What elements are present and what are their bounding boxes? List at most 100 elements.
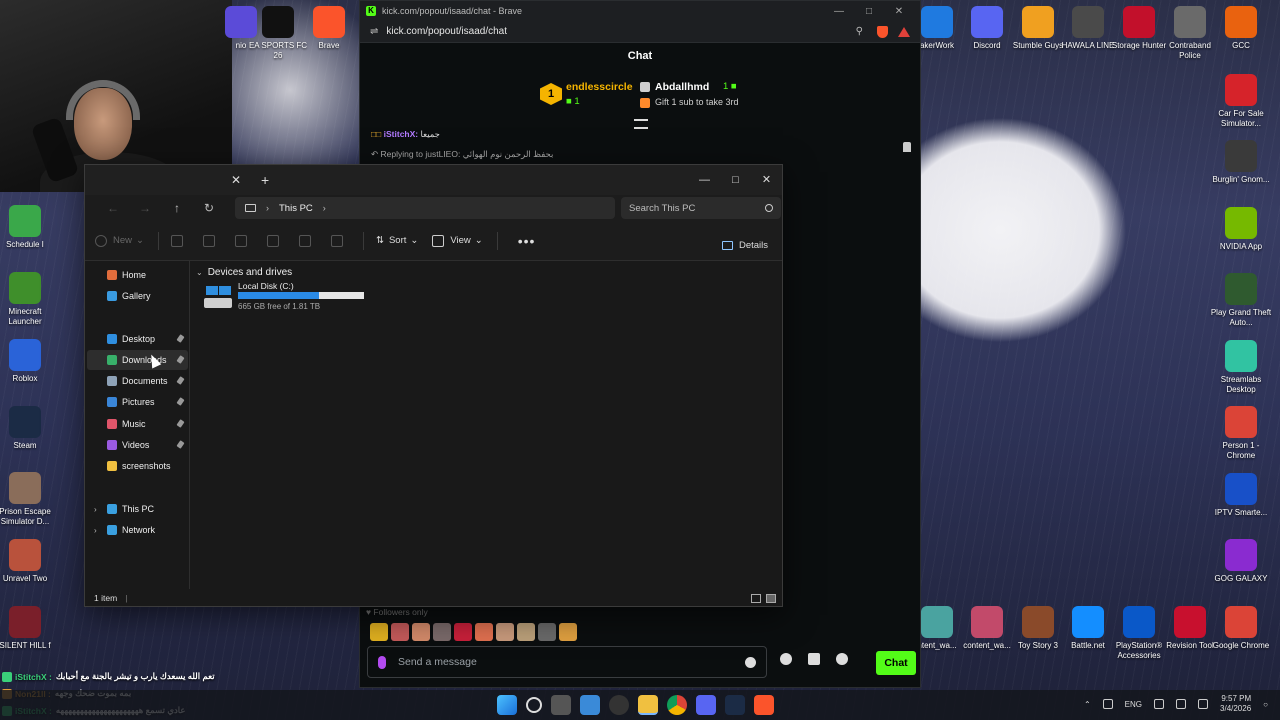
sidebar-item-gallery[interactable]: Gallery (87, 286, 188, 306)
copy-icon[interactable] (202, 234, 221, 247)
sidebar-item-videos[interactable]: Videos (87, 435, 188, 455)
back-icon[interactable]: ← (97, 201, 129, 215)
close-tab-icon[interactable]: ✕ (231, 173, 241, 187)
gift-sub-icon[interactable] (808, 653, 820, 665)
brave-icon[interactable] (754, 695, 774, 715)
chat-username[interactable]: iStitchX: (384, 129, 418, 139)
emote[interactable] (496, 623, 514, 641)
pin-icon[interactable] (176, 440, 185, 449)
emote[interactable] (391, 623, 409, 641)
emote[interactable] (538, 623, 556, 641)
search-icon[interactable] (765, 204, 773, 212)
gift-prompt[interactable]: Gift 1 sub to take 3rd (655, 97, 739, 107)
drive-c[interactable]: Local Disk (C:) 665 GB free of 1.81 TB (204, 281, 404, 315)
sidebar-item-network[interactable]: › Network (87, 520, 188, 540)
desktop-icon[interactable]: SILENT HILL f (0, 606, 56, 651)
notifications-icon[interactable]: ○ (1263, 700, 1268, 709)
volume-icon[interactable] (1176, 699, 1187, 709)
clock[interactable]: 9:57 PM 3/4/2026 (1220, 694, 1251, 714)
desktop-icon[interactable]: NVIDIA App (1210, 207, 1272, 252)
desktop-icon[interactable]: IPTV Smarte... (1210, 473, 1272, 518)
desktop-icon[interactable]: GCC (1210, 6, 1272, 51)
emote[interactable] (475, 623, 493, 641)
obs-icon[interactable] (609, 695, 629, 715)
more-options-icon[interactable]: ••• (518, 233, 536, 249)
zoom-icon[interactable]: ⚲ (856, 26, 863, 37)
store-icon[interactable] (580, 695, 600, 715)
up-icon[interactable]: ↑ (161, 201, 193, 215)
leader1-name[interactable]: endlesscircle (566, 81, 633, 93)
details-view-icon[interactable] (751, 594, 761, 603)
delete-icon[interactable] (330, 234, 349, 247)
chevron-right-icon[interactable]: › (94, 505, 97, 514)
sidebar-item-screenshots[interactable]: screenshots (87, 456, 188, 476)
refresh-icon[interactable]: ↻ (193, 201, 225, 215)
sidebar-item-this-pc[interactable]: › This PC (87, 499, 188, 519)
maximize-icon[interactable]: □ (854, 6, 884, 17)
minimize-icon[interactable]: — (824, 6, 854, 17)
emote[interactable] (559, 623, 577, 641)
site-settings-icon[interactable]: ⇌ (370, 26, 378, 37)
collapse-icon[interactable] (634, 119, 648, 129)
microphone-icon[interactable] (378, 655, 386, 669)
desktop-icon[interactable]: Roblox (0, 339, 56, 384)
chevron-down-icon[interactable]: ⌄ (196, 268, 203, 277)
sidebar-item-desktop[interactable]: Desktop (87, 329, 188, 349)
sidebar-item-documents[interactable]: Documents (87, 371, 188, 391)
chrome-icon[interactable] (667, 695, 687, 715)
desktop-icon[interactable]: Revision Tool (1159, 606, 1221, 651)
search-input[interactable] (629, 202, 765, 214)
start-icon[interactable] (497, 695, 517, 715)
desktop-icon[interactable]: Streamlabs Desktop (1210, 340, 1272, 395)
sidebar-item-music[interactable]: Music (87, 414, 188, 434)
sidebar-item-pictures[interactable]: Pictures (87, 392, 188, 412)
chevron-right-icon[interactable]: › (266, 203, 269, 213)
desktop-icon[interactable]: Play Grand Theft Auto... (1210, 273, 1272, 328)
close-icon[interactable]: ✕ (884, 6, 914, 17)
explorer-address-bar[interactable]: › This PC › (235, 197, 615, 219)
chevron-right-icon[interactable]: › (323, 203, 326, 213)
leader2-name[interactable]: Abdallhmd (655, 81, 709, 93)
chevron-right-icon[interactable]: › (94, 526, 97, 535)
pin-icon[interactable] (903, 142, 911, 152)
pin-icon[interactable] (176, 376, 185, 385)
minimize-icon[interactable]: — (689, 165, 720, 195)
battery-icon[interactable] (1198, 699, 1209, 709)
desktop-icon[interactable]: Car For Sale Simulator... (1210, 74, 1272, 129)
emote[interactable] (454, 623, 472, 641)
tiles-view-icon[interactable] (766, 594, 776, 603)
emote[interactable] (517, 623, 535, 641)
settings-gear-icon[interactable] (836, 653, 848, 665)
new-tab-icon[interactable]: + (261, 172, 269, 188)
brave-shield-icon[interactable] (877, 25, 888, 38)
sidebar-item-downloads[interactable]: Downloads (87, 350, 188, 370)
desktop-icon[interactable]: Schedule I (0, 205, 56, 250)
mic-tray-icon[interactable] (1102, 699, 1113, 709)
desktop-icon[interactable]: Steam (0, 406, 56, 451)
pin-icon[interactable] (176, 419, 185, 428)
tray-chevron-icon[interactable]: ⌃ (1084, 700, 1091, 709)
desktop-icon[interactable]: GOG GALAXY (1210, 539, 1272, 584)
search-icon[interactable] (526, 697, 542, 713)
emote[interactable] (433, 623, 451, 641)
network-icon[interactable] (1154, 699, 1165, 709)
desktop-icon[interactable]: Brave (298, 6, 360, 51)
kick-points-icon[interactable] (780, 653, 792, 665)
maximize-icon[interactable]: □ (720, 165, 751, 195)
kick-url[interactable]: kick.com/popout/isaad/chat (386, 26, 855, 37)
send-chat-button[interactable]: Chat (876, 651, 916, 675)
details-button[interactable]: Details (721, 240, 768, 251)
emoji-icon[interactable] (745, 656, 756, 668)
steam-icon[interactable] (725, 695, 745, 715)
cut-icon[interactable] (170, 234, 189, 247)
section-header[interactable]: ⌄ Devices and drives (196, 267, 292, 278)
pin-icon[interactable] (176, 355, 185, 364)
language-indicator[interactable]: ENG (1125, 700, 1142, 709)
close-icon[interactable]: ✕ (751, 165, 782, 195)
desktop-icon[interactable]: Person 1 - Chrome (1210, 406, 1272, 461)
breadcrumb-this-pc[interactable]: This PC (279, 203, 313, 214)
sort-button[interactable]: ⇅ Sort ⌄ (376, 235, 418, 246)
desktop-icon[interactable]: Prison Escape Simulator D... (0, 472, 56, 527)
paste-icon[interactable] (234, 234, 253, 247)
sidebar-item-home[interactable]: Home (87, 265, 188, 285)
